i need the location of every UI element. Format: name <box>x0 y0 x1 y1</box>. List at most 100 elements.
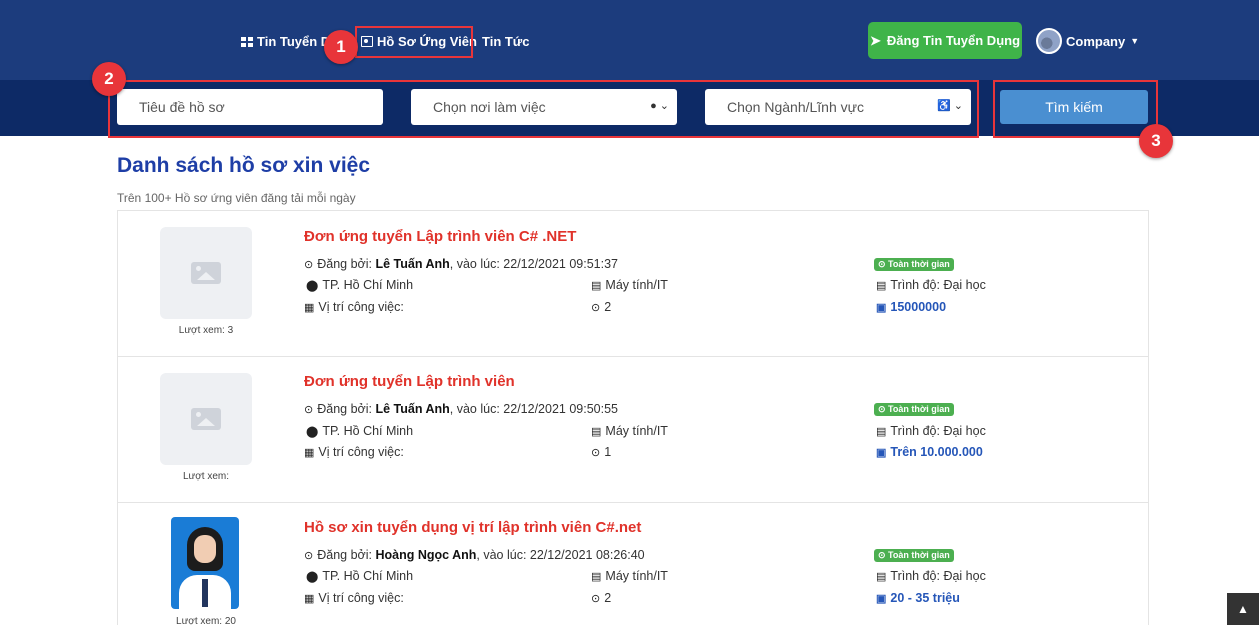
top-navbar: Tin Tuyển D Hồ Sơ Ứng Viên Tin Tức ➤ Đăn… <box>0 0 1259 80</box>
clock-icon: ⊙ <box>591 592 601 605</box>
industry-info: ▤ Máy tính/IT <box>591 569 668 583</box>
industry-value: Máy tính/IT <box>605 278 668 292</box>
level-label: Trình độ: <box>890 569 940 583</box>
clock-icon: ⊙ <box>304 403 314 416</box>
industry-info: ▤ Máy tính/IT <box>591 424 668 438</box>
position-info: ▦ Vị trí công việc: <box>304 445 404 459</box>
id-card-icon: ▤ <box>591 425 602 438</box>
money-icon: ▣ <box>876 447 887 459</box>
scroll-to-top-button[interactable]: ▲ <box>1227 593 1259 625</box>
page-title: Danh sách hồ sơ xin việc <box>117 154 371 177</box>
money-icon: ▣ <box>876 302 887 314</box>
clock-icon: ⊙ <box>304 258 314 271</box>
view-count: Lượt xem: 3 <box>178 325 234 336</box>
nav-news-label: Tin Tức <box>482 34 530 49</box>
location-value: TP. Hồ Chí Minh <box>322 569 414 583</box>
profile-title-link[interactable]: Hồ sơ xin tuyển dụng vị trí lập trình vi… <box>304 519 641 536</box>
posted-info: ⊙ Đăng bởi: Lê Tuấn Anh, vào lúc: 22/12/… <box>304 257 618 271</box>
list-item[interactable]: Lượt xem: 20 Hồ sơ xin tuyển dụng vị trí… <box>118 503 1148 625</box>
count-info: ⊙ 2 <box>591 300 611 314</box>
salary-value: 20 - 35 triệu <box>890 591 960 605</box>
map-marker-icon: ⬤ <box>306 279 319 292</box>
post-job-button[interactable]: ➤ Đăng Tin Tuyển Dụng <box>868 22 1022 59</box>
list-item[interactable]: Lượt xem: 3 Đơn ứng tuyển Lập trình viên… <box>118 211 1148 357</box>
company-menu[interactable]: Company ▼ <box>1036 28 1139 54</box>
profile-title-link[interactable]: Đơn ứng tuyển Lập trình viên <box>304 373 515 390</box>
position-label: Vị trí công việc: <box>318 591 404 605</box>
id-card-icon: ▤ <box>876 279 887 292</box>
nav-jobs-label: Tin Tuyển D <box>257 34 331 49</box>
profile-list: Lượt xem: 3 Đơn ứng tuyển Lập trình viên… <box>117 210 1149 625</box>
job-type-value: Toàn thời gian <box>888 259 950 269</box>
nav-jobs-link[interactable]: Tin Tuyển D <box>241 34 330 49</box>
clock-icon: ⊙ <box>591 446 601 459</box>
id-card-icon: ▤ <box>876 425 887 438</box>
clock-icon: ⊙ <box>304 549 314 562</box>
annotation-badge-2: 2 <box>92 62 126 96</box>
salary-value: 15000000 <box>890 300 947 314</box>
highlight-search-fields <box>108 80 979 138</box>
count-value: 2 <box>604 300 612 314</box>
count-value: 1 <box>604 445 612 459</box>
location-info: ⬤ TP. Hồ Chí Minh <box>306 424 413 438</box>
map-marker-icon: ⬤ <box>306 570 319 583</box>
company-label: Company <box>1066 33 1126 49</box>
briefcase-icon: ▦ <box>304 592 315 605</box>
industry-value: Máy tính/IT <box>605 569 668 583</box>
level-info: ▤ Trình độ: Đại học <box>876 569 986 583</box>
job-type-badge: ⊙ Toàn thời gian <box>874 549 954 562</box>
job-type-badge: ⊙ Toàn thời gian <box>874 258 954 271</box>
clock-icon: ⊙ <box>591 301 601 314</box>
posted-datetime: 22/12/2021 08:26:40 <box>529 548 645 562</box>
at-time-label: , vào lúc: <box>449 402 500 416</box>
profile-title-link[interactable]: Đơn ứng tuyển Lập trình viên C# .NET <box>304 228 576 245</box>
posted-info: ⊙ Đăng bởi: Hoàng Ngọc Anh, vào lúc: 22/… <box>304 548 645 562</box>
map-marker-icon: ⬤ <box>306 425 319 438</box>
arrow-up-icon: ▲ <box>1237 602 1249 616</box>
salary-info: ▣ 20 - 35 triệu <box>876 591 960 605</box>
candidate-photo <box>171 517 239 609</box>
view-count: Lượt xem: 20 <box>176 616 236 625</box>
count-value: 2 <box>604 591 612 605</box>
id-card-icon: ▤ <box>591 570 602 583</box>
page-subtitle: Trên 100+ Hồ sơ ứng viên đăng tải mỗi ng… <box>117 191 356 205</box>
nav-news-link[interactable]: Tin Tức <box>482 34 529 49</box>
annotation-badge-1: 1 <box>324 30 358 64</box>
industry-value: Máy tính/IT <box>605 424 668 438</box>
id-card-icon: ▤ <box>876 570 887 583</box>
level-label: Trình độ: <box>890 278 940 292</box>
caret-down-icon: ▼ <box>1130 36 1140 46</box>
view-count: Lượt xem: <box>182 471 230 482</box>
image-placeholder-icon <box>160 373 252 465</box>
posted-by-label: Đăng bởi: <box>317 548 372 562</box>
grid-icon <box>241 36 253 47</box>
job-type-badge: ⊙ Toàn thời gian <box>874 403 954 416</box>
count-info: ⊙ 2 <box>591 591 611 605</box>
location-info: ⬤ TP. Hồ Chí Minh <box>306 569 413 583</box>
author-name: Lê Tuấn Anh <box>375 257 450 271</box>
salary-value: Trên 10.000.000 <box>890 445 983 459</box>
level-value: Đại học <box>943 278 986 292</box>
salary-info: ▣ Trên 10.000.000 <box>876 445 983 459</box>
level-value: Đại học <box>943 424 986 438</box>
image-placeholder-icon <box>160 227 252 319</box>
author-name: Lê Tuấn Anh <box>375 402 450 416</box>
industry-info: ▤ Máy tính/IT <box>591 278 668 292</box>
position-label: Vị trí công việc: <box>318 300 404 314</box>
list-item[interactable]: Lượt xem: Đơn ứng tuyển Lập trình viên ⊙… <box>118 357 1148 503</box>
posted-by-label: Đăng bởi: <box>317 402 372 416</box>
level-value: Đại học <box>943 569 986 583</box>
location-value: TP. Hồ Chí Minh <box>322 278 414 292</box>
posted-datetime: 22/12/2021 09:50:55 <box>503 402 618 416</box>
at-time-label: , vào lúc: <box>449 257 500 271</box>
position-info: ▦ Vị trí công việc: <box>304 300 404 314</box>
paper-plane-icon: ➤ <box>869 32 881 48</box>
job-type-value: Toàn thời gian <box>888 404 950 414</box>
level-label: Trình độ: <box>890 424 940 438</box>
posted-info: ⊙ Đăng bởi: Lê Tuấn Anh, vào lúc: 22/12/… <box>304 402 618 416</box>
author-name: Hoàng Ngọc Anh <box>375 548 477 562</box>
salary-info: ▣ 15000000 <box>876 300 946 314</box>
avatar <box>1036 28 1062 54</box>
highlight-search-button <box>993 80 1158 138</box>
position-label: Vị trí công việc: <box>318 445 404 459</box>
